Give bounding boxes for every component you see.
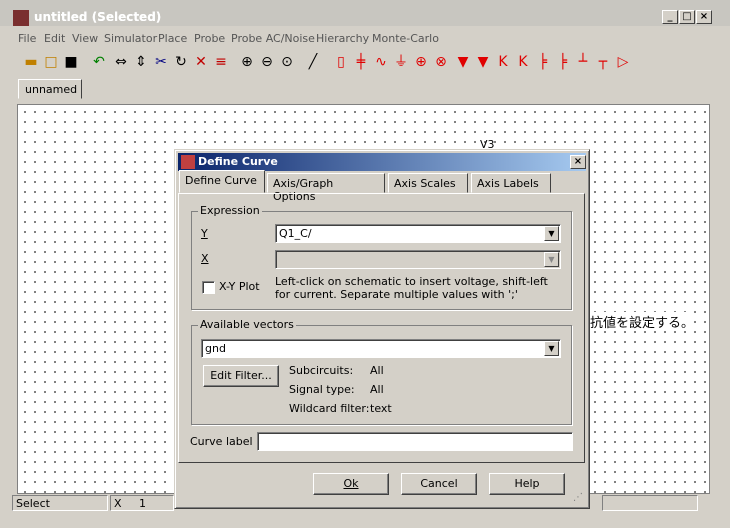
expression-hint: Left-click on schematic to insert voltag… <box>275 275 548 301</box>
source-icon[interactable]: ⊕ <box>412 53 430 71</box>
wildcard-label: Wildcard filter: <box>289 402 370 415</box>
tab-axis-graph-options[interactable]: Axis/Graph Options <box>267 173 385 203</box>
chevron-down-icon: ▼ <box>544 252 559 267</box>
chevron-down-icon[interactable]: ▼ <box>544 226 559 241</box>
tab-unnamed[interactable]: unnamed <box>18 79 82 99</box>
tab-axis-labels[interactable]: Axis Labels <box>471 173 551 193</box>
y-expression-value: Q1_C/ <box>279 227 312 240</box>
schematic-annotation: 抗値を設定する。 <box>590 312 695 331</box>
signal-type-value: All <box>370 383 384 396</box>
ok-label: Ok <box>343 477 359 490</box>
zoom-full-icon[interactable]: ⊙ <box>278 53 296 71</box>
ground-icon[interactable]: ⏚ <box>392 53 410 71</box>
status-x-value: 1 <box>139 497 147 510</box>
delete-icon[interactable]: ✕ <box>192 53 210 71</box>
ok-button[interactable]: Ok <box>313 473 389 495</box>
jfet-p-icon[interactable]: ┬ <box>594 53 612 71</box>
menu-probe-ac-noise[interactable]: Probe AC/Noise <box>231 32 315 45</box>
vectors-combo[interactable]: gnd ▼ <box>201 339 561 358</box>
undo-icon[interactable]: ↶ <box>90 53 108 71</box>
resize-grip-icon[interactable]: ⋰ <box>573 492 585 504</box>
current-source-icon[interactable]: ⊗ <box>432 53 450 71</box>
xy-plot-checkbox[interactable] <box>202 281 215 294</box>
capacitor-icon[interactable]: ╪ <box>352 53 370 71</box>
maximize-button[interactable]: □ <box>679 10 695 24</box>
chevron-down-icon[interactable]: ▼ <box>544 341 559 356</box>
save-icon[interactable]: ■ <box>62 53 80 71</box>
opamp-icon[interactable]: ▷ <box>614 53 632 71</box>
duplicate-icon[interactable]: ≡ <box>212 53 230 71</box>
close-button[interactable]: × <box>696 10 712 24</box>
mirror-icon[interactable]: ⇔ <box>112 53 130 71</box>
y-expression-combo[interactable]: Q1_C/ ▼ <box>275 224 561 243</box>
dialog-title-bar: Define Curve × <box>178 153 586 171</box>
help-button[interactable]: Help <box>489 473 565 495</box>
menu-simulator[interactable]: Simulator <box>104 32 157 45</box>
rotate-icon[interactable]: ↻ <box>172 53 190 71</box>
edit-filter-button[interactable]: Edit Filter... <box>203 365 279 387</box>
menu-monte-carlo[interactable]: Monte-Carlo <box>372 32 439 45</box>
dialog-tabs: Define Curve Axis/Graph Options Axis Sca… <box>179 170 585 203</box>
zoom-in-icon[interactable]: ⊕ <box>238 53 256 71</box>
curve-label-input[interactable] <box>257 432 573 451</box>
window-title: untitled (Selected) <box>34 10 162 24</box>
y-label: Y <box>201 227 208 240</box>
npn-icon[interactable]: K <box>494 53 512 71</box>
vectors-legend: Available vectors <box>198 318 296 331</box>
status-extra <box>602 495 698 511</box>
status-mode: Select <box>12 495 108 511</box>
cancel-label: Cancel <box>420 477 458 490</box>
resistor-icon[interactable]: ▯ <box>332 53 350 71</box>
zoom-out-icon[interactable]: ⊖ <box>258 53 276 71</box>
vectors-value: gnd <box>205 342 226 355</box>
status-x-label: X <box>114 497 122 510</box>
menu-file[interactable]: File <box>18 32 36 45</box>
pnp-icon[interactable]: K <box>514 53 532 71</box>
jfet-icon[interactable]: ┴ <box>574 53 592 71</box>
minimize-button[interactable]: _ <box>662 10 678 24</box>
new-icon[interactable]: □ <box>42 53 60 71</box>
menu-place[interactable]: Place <box>158 32 187 45</box>
wildcard-value: text <box>370 402 392 415</box>
toolbar: ▬ □ ■ ↶ ⇔ ⇕ ✂ ↻ ✕ ≡ ⊕ ⊖ ⊙ ╱ ▯ ╪ ∿ ⏚ ⊕ ⊗ … <box>12 51 716 75</box>
xy-plot-label: X-Y Plot <box>219 280 260 293</box>
subcircuits-value: All <box>370 364 384 377</box>
status-x: X 1 <box>110 495 174 511</box>
expression-legend: Expression <box>198 204 262 217</box>
inductor-icon[interactable]: ∿ <box>372 53 390 71</box>
help-label: Help <box>514 477 540 490</box>
signal-type-label: Signal type: <box>289 383 355 396</box>
menu-edit[interactable]: Edit <box>44 32 65 45</box>
flip-icon[interactable]: ⇕ <box>132 53 150 71</box>
x-label: X <box>201 252 209 265</box>
cancel-button[interactable]: Cancel <box>401 473 477 495</box>
cut-icon[interactable]: ✂ <box>152 53 170 71</box>
subcircuits-label: Subcircuits: <box>289 364 354 377</box>
menu-probe[interactable]: Probe <box>194 32 225 45</box>
nmos-icon[interactable]: ╞ <box>534 53 552 71</box>
menu-hierarchy[interactable]: Hierarchy <box>316 32 369 45</box>
x-expression-combo: ▼ <box>275 250 561 269</box>
tab-axis-scales[interactable]: Axis Scales <box>388 173 468 193</box>
define-curve-dialog: Define Curve × Define Curve Axis/Graph O… <box>174 149 590 509</box>
pmos-icon[interactable]: ╞ <box>554 53 572 71</box>
zener-icon[interactable]: ▼ <box>474 53 492 71</box>
app-icon <box>13 10 29 26</box>
dialog-app-icon <box>181 155 195 169</box>
menu-view[interactable]: View <box>72 32 98 45</box>
menu-bar: File Edit View Simulator Place Probe Pro… <box>0 29 730 49</box>
diode-icon[interactable]: ▼ <box>454 53 472 71</box>
open-icon[interactable]: ▬ <box>22 53 40 71</box>
tab-define-curve[interactable]: Define Curve <box>179 170 265 193</box>
curve-label-label: Curve label <box>190 435 253 448</box>
dialog-title: Define Curve <box>198 155 278 168</box>
dialog-close-button[interactable]: × <box>570 155 586 169</box>
wire-icon[interactable]: ╱ <box>304 53 322 71</box>
